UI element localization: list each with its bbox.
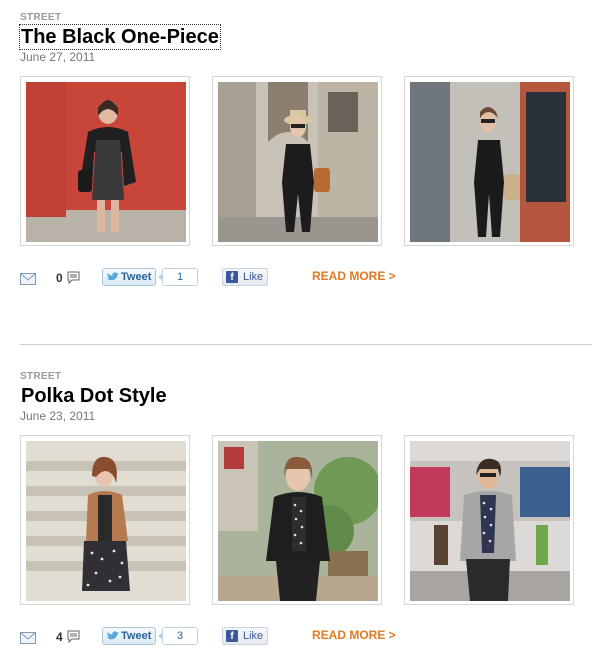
twitter-bird-icon	[107, 272, 119, 281]
photo-image	[26, 441, 186, 601]
comment-icon[interactable]	[67, 271, 80, 284]
post: STREET Polka Dot Style June 23, 2011 4 T…	[20, 371, 596, 649]
tweet-button[interactable]: Tweet	[102, 627, 156, 645]
post-photo[interactable]	[212, 76, 382, 246]
facebook-icon: f	[226, 630, 238, 642]
like-label: Like	[243, 271, 264, 283]
tweet-count[interactable]: 1	[158, 268, 198, 286]
post-photo[interactable]	[20, 435, 190, 605]
post-photo[interactable]	[404, 435, 574, 605]
post-divider	[20, 344, 592, 345]
photo-image	[410, 441, 570, 601]
tweet-label: Tweet	[121, 630, 152, 642]
photo-image	[26, 82, 186, 242]
photo-image	[410, 82, 570, 242]
comment-count[interactable]: 0	[56, 271, 63, 285]
twitter-bird-icon	[107, 631, 119, 640]
post-photo[interactable]	[20, 76, 190, 246]
post-actions: 4 Tweet 3 f Like READ MORE >	[20, 627, 596, 649]
post-date: June 27, 2011	[20, 50, 96, 64]
photo-image	[218, 82, 378, 242]
post-title[interactable]: Polka Dot Style	[20, 384, 168, 408]
post: STREET The Black One-Piece June 27, 2011	[19, 12, 596, 290]
read-more-link[interactable]: READ MORE >	[312, 269, 396, 283]
post-category[interactable]: STREET	[20, 371, 596, 383]
read-more-link[interactable]: READ MORE >	[312, 628, 396, 642]
photo-gallery	[20, 435, 596, 607]
post-date: June 23, 2011	[20, 409, 96, 423]
email-icon[interactable]	[20, 273, 36, 285]
post-title[interactable]: The Black One-Piece	[19, 24, 221, 50]
comment-icon[interactable]	[67, 630, 80, 643]
like-button[interactable]: f Like	[222, 268, 268, 286]
facebook-icon: f	[226, 271, 238, 283]
tweet-label: Tweet	[121, 271, 152, 283]
post-photo[interactable]	[404, 76, 574, 246]
post-category[interactable]: STREET	[20, 12, 596, 24]
photo-image	[218, 441, 378, 601]
photo-gallery	[20, 76, 596, 248]
post-photo[interactable]	[212, 435, 382, 605]
email-icon[interactable]	[20, 632, 36, 644]
comment-count[interactable]: 4	[56, 630, 63, 644]
like-button[interactable]: f Like	[222, 627, 268, 645]
like-label: Like	[243, 630, 264, 642]
tweet-count[interactable]: 3	[158, 627, 198, 645]
tweet-button[interactable]: Tweet	[102, 268, 156, 286]
post-actions: 0 Tweet 1 f Like READ MORE >	[20, 268, 596, 290]
